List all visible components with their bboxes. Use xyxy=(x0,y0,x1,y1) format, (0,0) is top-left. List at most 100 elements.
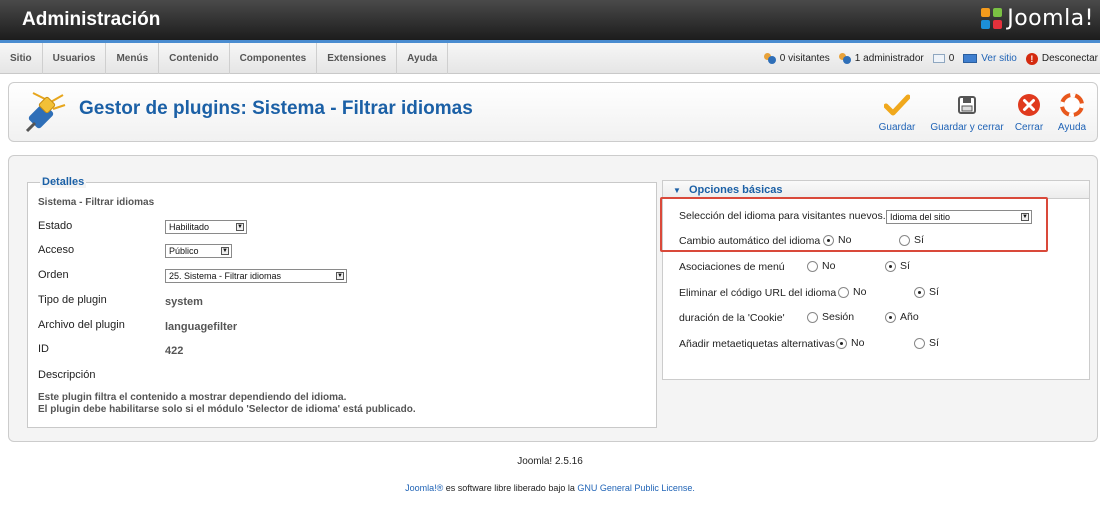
help-button[interactable]: Ayuda xyxy=(1055,91,1089,133)
cookie-ano-radio[interactable]: Año xyxy=(885,311,919,323)
license-text: es software libre liberado bajo la xyxy=(445,483,578,493)
save-label: Guardar xyxy=(878,122,916,133)
messages-icon xyxy=(932,54,945,63)
joomla-link[interactable]: Joomla!® xyxy=(405,483,443,493)
radio-selected-icon xyxy=(885,311,896,323)
archivo-label: Archivo del plugin xyxy=(38,319,125,331)
plugin-name: Sistema - Filtrar idiomas xyxy=(38,197,155,208)
cookie-sesion-radio[interactable]: Sesión xyxy=(807,311,854,323)
meta-no-label: No xyxy=(851,337,865,349)
eliminar-si-label: Sí xyxy=(929,286,939,298)
page-title: Gestor de plugins: Sistema - Filtrar idi… xyxy=(79,98,473,119)
radio-unselected-icon xyxy=(807,311,818,323)
radio-unselected-icon xyxy=(838,286,849,298)
menu-extensiones[interactable]: Extensiones xyxy=(317,43,398,74)
chevron-down-icon: ▼ xyxy=(236,223,244,231)
visitors-status: 0 visitantes xyxy=(763,53,830,64)
id-value: 422 xyxy=(165,345,184,357)
admins-text: 1 administrador xyxy=(854,53,924,64)
logout-icon: ! xyxy=(1025,52,1038,65)
asociaciones-label: Asociaciones de menú xyxy=(679,261,785,273)
meta-label: Añadir metaetiquetas alternativas xyxy=(679,338,835,350)
save-close-label: Guardar y cerrar xyxy=(930,122,1004,133)
messages-status[interactable]: 0 xyxy=(932,53,955,64)
asociaciones-si-radio[interactable]: Sí xyxy=(885,260,910,272)
acceso-label: Acceso xyxy=(38,244,75,256)
archivo-value: languagefilter xyxy=(165,321,238,333)
estado-label: Estado xyxy=(38,220,73,232)
asociaciones-no-label: No xyxy=(822,260,836,272)
logout-text: Desconectar xyxy=(1041,53,1098,64)
highlight-box xyxy=(660,197,1048,252)
close-label: Cerrar xyxy=(1014,122,1044,133)
eliminar-label: Eliminar el código URL del idioma xyxy=(679,287,837,299)
save-button[interactable]: Guardar xyxy=(877,91,917,133)
radio-selected-icon xyxy=(914,286,925,298)
basic-options-title: Opciones básicas xyxy=(688,184,783,196)
menu-menus[interactable]: Menús xyxy=(106,43,160,74)
check-icon xyxy=(884,94,910,116)
asociaciones-si-label: Sí xyxy=(900,260,910,272)
chevron-down-icon: ▼ xyxy=(336,272,344,280)
menu-sitio[interactable]: Sitio xyxy=(0,43,43,74)
tipo-label: Tipo de plugin xyxy=(38,294,107,306)
visitors-icon xyxy=(763,53,776,64)
menu-usuarios[interactable]: Usuarios xyxy=(43,43,107,74)
cookie-sesion-label: Sesión xyxy=(822,311,855,323)
acceso-value: Público xyxy=(169,246,199,256)
close-icon xyxy=(1018,94,1040,116)
menu-ayuda[interactable]: Ayuda xyxy=(397,43,449,74)
description-line-2: El plugin debe habilitarse solo si el mó… xyxy=(38,404,416,415)
admin-title: Administración xyxy=(22,9,161,30)
cookie-label: duración de la 'Cookie' xyxy=(679,312,785,324)
menu-contenido[interactable]: Contenido xyxy=(159,43,230,74)
menu-bar: Sitio Usuarios Menús Contenido Component… xyxy=(0,40,1100,74)
help-label: Ayuda xyxy=(1057,122,1087,133)
cookie-ano-label: Año xyxy=(900,311,919,323)
toolbar: Gestor de plugins: Sistema - Filtrar idi… xyxy=(8,82,1098,142)
help-icon xyxy=(1060,93,1084,117)
joomla-logo[interactable]: Joomla! xyxy=(981,6,1094,31)
radio-unselected-icon xyxy=(914,337,925,349)
view-site-text: Ver sitio xyxy=(981,53,1017,64)
details-legend: Detalles xyxy=(40,176,87,188)
orden-select[interactable]: 25. Sistema - Filtrar idiomas ▼ xyxy=(165,269,347,283)
asociaciones-no-radio[interactable]: No xyxy=(807,260,835,272)
radio-unselected-icon xyxy=(807,260,818,272)
messages-count: 0 xyxy=(948,53,955,64)
meta-si-label: Sí xyxy=(929,337,939,349)
save-close-button[interactable]: Guardar y cerrar xyxy=(927,91,1007,133)
view-site-icon xyxy=(963,54,978,63)
eliminar-no-radio[interactable]: No xyxy=(838,286,866,298)
tipo-value: system xyxy=(165,296,203,308)
details-fieldset: Detalles Sistema - Filtrar idiomas Estad… xyxy=(27,176,657,428)
status-area: 0 visitantes 1 administrador 0 Ver sitio… xyxy=(755,43,1098,74)
main-menu: Sitio Usuarios Menús Contenido Component… xyxy=(0,43,449,74)
admins-icon xyxy=(838,53,851,64)
description-text: Este plugin filtra el contenido a mostra… xyxy=(38,392,416,416)
logout-link[interactable]: ! Desconectar xyxy=(1025,52,1098,65)
chevron-down-icon: ▼ xyxy=(221,247,229,255)
gpl-link[interactable]: GNU General Public License. xyxy=(577,483,695,493)
description-line-1: Este plugin filtra el contenido a mostra… xyxy=(38,392,347,403)
estado-value: Habilitado xyxy=(169,222,210,232)
eliminar-si-radio[interactable]: Sí xyxy=(914,286,939,298)
radio-selected-icon xyxy=(836,337,847,349)
save-disk-icon xyxy=(958,96,976,114)
view-site-link[interactable]: Ver sitio xyxy=(963,53,1017,64)
estado-select[interactable]: Habilitado ▼ xyxy=(165,220,247,234)
admins-status: 1 administrador xyxy=(838,53,924,64)
id-label: ID xyxy=(38,343,49,355)
admin-header: Administración Joomla! xyxy=(0,0,1100,40)
descripcion-label: Descripción xyxy=(38,369,96,381)
acceso-select[interactable]: Público ▼ xyxy=(165,244,232,258)
meta-no-radio[interactable]: No xyxy=(836,337,864,349)
close-button[interactable]: Cerrar xyxy=(1011,91,1047,133)
footer-license: Joomla!® es software libre liberado bajo… xyxy=(0,483,1100,493)
radio-selected-icon xyxy=(885,260,896,272)
meta-si-radio[interactable]: Sí xyxy=(914,337,939,349)
menu-componentes[interactable]: Componentes xyxy=(230,43,318,74)
plugin-icon xyxy=(25,92,66,133)
joomla-wordmark: Joomla! xyxy=(1007,6,1094,31)
eliminar-no-label: No xyxy=(853,286,867,298)
